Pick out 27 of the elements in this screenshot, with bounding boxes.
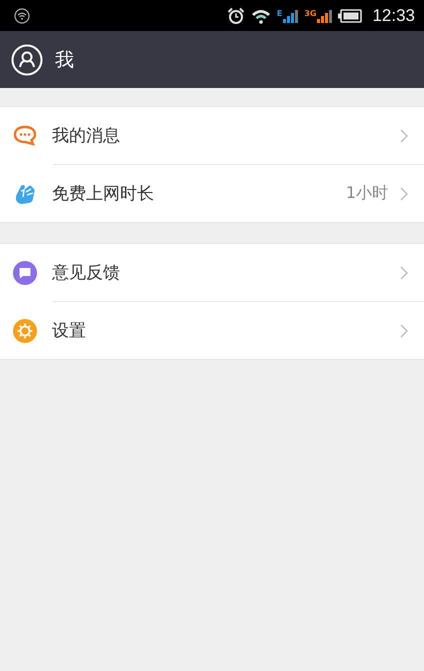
user-icon xyxy=(11,44,43,76)
chevron-right-icon xyxy=(400,266,408,280)
chevron-right-icon xyxy=(400,186,408,200)
item-value: 1小时 xyxy=(346,183,388,204)
page-title: 我 xyxy=(55,48,74,72)
chevron-right-icon xyxy=(400,128,408,142)
item-label: 我的消息 xyxy=(52,125,121,147)
chat-bubble-icon xyxy=(13,124,37,148)
alarm-clock-icon xyxy=(226,6,245,24)
signal-icon xyxy=(283,8,298,22)
chat-bubble-icon xyxy=(13,260,37,284)
chevron-right-icon xyxy=(400,324,408,338)
signal-icon xyxy=(317,8,332,22)
battery-icon xyxy=(338,8,362,22)
item-label: 设置 xyxy=(52,320,87,342)
menu-item[interactable]: 意见反馈 xyxy=(0,244,424,301)
item-label: 意见反馈 xyxy=(52,262,121,284)
network-type-label: E xyxy=(276,8,282,18)
wifi-icon xyxy=(14,8,30,24)
menu-item[interactable]: 设置 xyxy=(0,301,424,359)
gear-icon xyxy=(13,318,37,342)
network-type-label: 3G xyxy=(304,8,316,18)
clock-time: 12:33 xyxy=(372,6,415,26)
wifi-icon xyxy=(250,8,271,24)
menu-item[interactable]: 我的消息 xyxy=(0,107,424,164)
item-label: 免费上网时长 xyxy=(52,183,155,205)
menu-item[interactable]: 免费上网时长 1小时 xyxy=(0,164,424,222)
